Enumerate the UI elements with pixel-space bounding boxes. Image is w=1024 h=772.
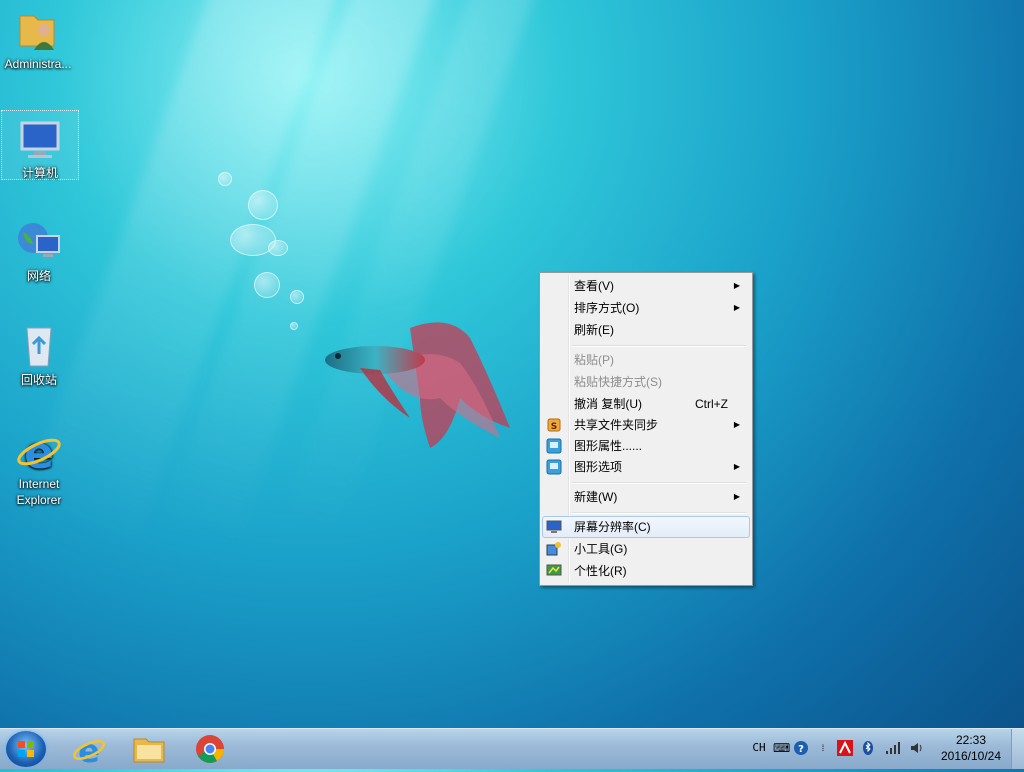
submenu-arrow-icon: ▶ [733,492,740,501]
desktop-icon-recycle-bin[interactable]: 回收站 [1,318,77,388]
desktop-icon-user-folder[interactable]: Administra... [0,2,76,72]
monitor-icon [546,519,562,535]
sync-s-icon: S [546,417,562,433]
menu-item-label: 小工具(G) [574,542,628,556]
desktop-icon-label: 网络 [26,269,51,283]
clock-time: 22:33 [955,733,987,747]
taskbar-internet-explorer[interactable]: e [62,731,116,770]
windows-logo-icon [18,741,34,757]
menu-item-label: 屏幕分辨率(C) [574,520,651,534]
file-explorer-icon [133,738,165,763]
system-clock[interactable]: 22:33 2016/10/24 [936,732,1006,764]
menu-item-sort-by[interactable]: 排序方式(O) ▶ [542,297,748,319]
menu-separator [572,512,746,514]
menu-item-shortcut: Ctrl+Z [695,397,728,411]
menu-item-refresh[interactable]: 刷新(E) [542,319,748,341]
menu-item-gadgets[interactable]: 小工具(G) [542,538,748,560]
menu-item-label: 图形属性...... [574,439,643,453]
svg-text:S: S [551,422,557,432]
desktop-icon-network[interactable]: 网络 [1,214,77,284]
taskbar: e CH ⌨ ? ⁞ 22:33 2016/10/24 [0,728,1024,770]
svg-text:?: ? [798,744,804,755]
svg-text:e: e [24,428,54,474]
betta-fish-wallpaper [325,322,510,448]
clock-date: 2016/10/24 [940,749,1002,763]
menu-item-label: 粘贴快捷方式(S) [574,375,662,389]
menu-item-new[interactable]: 新建(W) ▶ [542,486,748,508]
menu-item-label: 新建(W) [574,490,618,504]
chrome-icon [196,735,224,763]
bluetooth-icon[interactable] [860,740,876,756]
menu-item-view[interactable]: 查看(V) ▶ [542,275,748,297]
menu-item-label: 共享文件夹同步 [574,418,659,432]
menu-item-undo-copy[interactable]: 撤消 复制(U) Ctrl+Z [542,393,748,415]
desktop-icon-label: Internet Explorer [16,477,62,507]
personalize-icon [546,563,562,579]
menu-item-label: 排序方式(O) [574,301,640,315]
show-desktop-button[interactable] [1011,729,1024,769]
recycle-bin-icon [15,322,63,370]
antivirus-icon[interactable] [837,740,853,756]
keyboard-icon[interactable]: ⌨ [773,740,790,756]
desktop-icon-computer[interactable]: 计算机 [1,110,79,180]
graphics-options-icon [546,459,562,475]
menu-item-shared-folder-sync[interactable]: S 共享文件夹同步 ▶ [542,414,748,436]
ime-options-icon[interactable]: ⁞ [815,740,831,756]
user-folder-icon [14,6,62,54]
bubble [248,190,278,220]
bubble [254,272,280,298]
desktop-icon-internet-explorer[interactable]: e Internet Explorer [1,422,77,508]
graphics-icon [546,438,562,454]
menu-item-label: 图形选项 [574,460,623,474]
menu-item-paste-shortcut[interactable]: 粘贴快捷方式(S) [542,371,748,393]
submenu-arrow-icon: ▶ [733,462,740,471]
gadgets-icon [546,541,562,557]
submenu-arrow-icon: ▶ [733,303,740,312]
volume-icon[interactable] [909,740,925,756]
menu-item-label: 刷新(E) [574,323,614,337]
desktop-context-menu: 查看(V) ▶ 排序方式(O) ▶ 刷新(E) 粘贴(P) 粘贴快捷方式(S) … [539,272,753,586]
submenu-arrow-icon: ▶ [733,281,740,290]
menu-item-screen-resolution[interactable]: 屏幕分辨率(C) [542,516,750,538]
network-signal-icon[interactable] [885,740,901,756]
menu-item-label: 查看(V) [574,279,614,293]
language-indicator[interactable]: CH [750,740,768,756]
menu-separator [572,345,746,347]
menu-item-label: 撤消 复制(U) [574,397,642,411]
menu-item-label: 个性化(R) [574,564,627,578]
bubble [218,172,232,186]
submenu-arrow-icon: ▶ [733,420,740,429]
desktop-icon-label: 计算机 [21,166,58,180]
menu-item-graphics-properties[interactable]: 图形属性...... [542,435,748,457]
menu-item-label: 粘贴(P) [574,353,614,367]
internet-explorer-icon: e [15,426,63,479]
help-icon[interactable]: ? [793,740,809,756]
internet-explorer-icon: e [73,732,105,770]
system-tray: CH ⌨ ? ⁞ [745,729,935,769]
menu-item-graphics-options[interactable]: 图形选项 ▶ [542,456,748,478]
bubble [290,290,304,304]
menu-separator [572,482,746,484]
taskbar-file-explorer[interactable] [122,731,176,767]
menu-item-paste[interactable]: 粘贴(P) [542,349,748,371]
bubble [268,240,288,256]
start-button[interactable] [6,731,46,767]
computer-icon [16,115,64,163]
network-globe-icon [15,218,63,266]
taskbar-chrome[interactable] [183,731,237,767]
bubble [290,322,298,330]
svg-text:e: e [78,732,100,767]
menu-item-personalize[interactable]: 个性化(R) [542,560,748,582]
desktop-icon-label: Administra... [4,57,72,71]
desktop-icon-label: 回收站 [20,373,57,387]
desktop[interactable]: Administra... 计算机 网络 回收站 e Internet Expl… [0,0,1024,728]
